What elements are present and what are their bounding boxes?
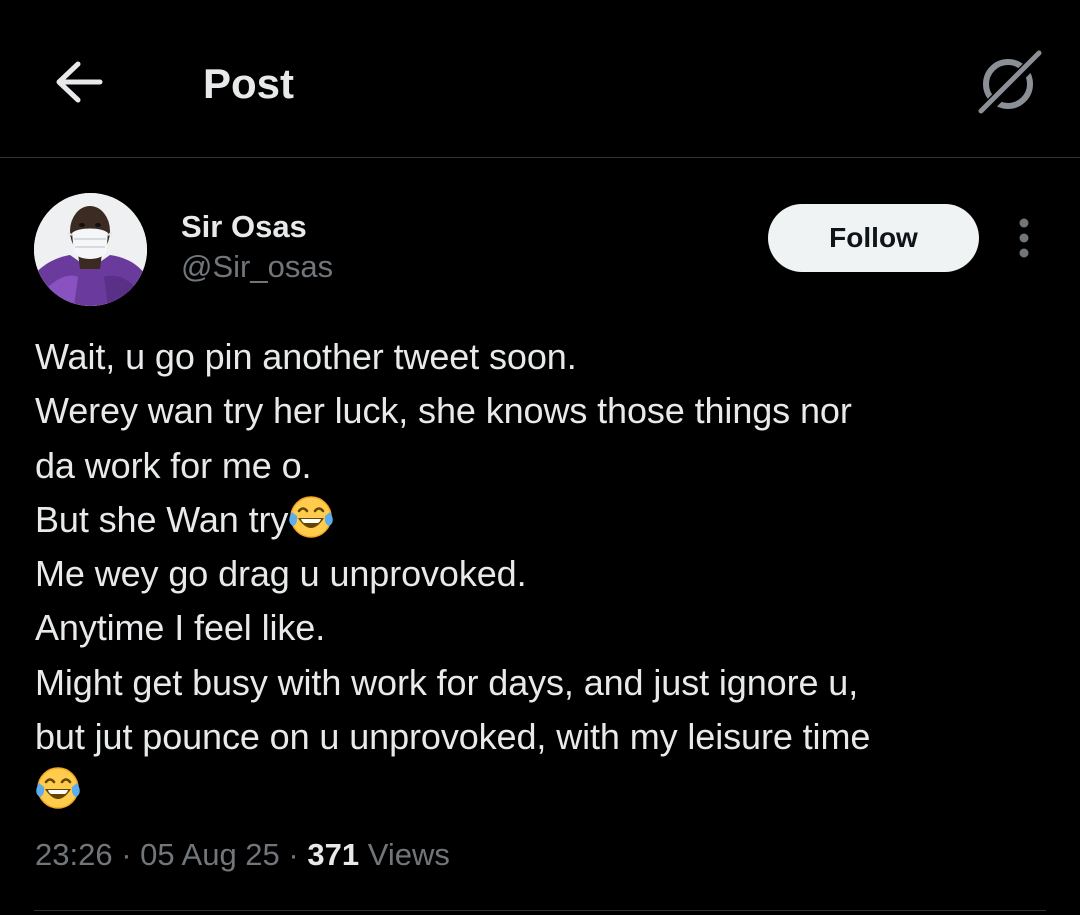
post-text: Wait, u go pin another tweet soon. Werey… xyxy=(35,330,1045,819)
avatar[interactable] xyxy=(34,193,147,306)
page-title: Post xyxy=(203,60,295,107)
back-button[interactable] xyxy=(46,52,112,112)
follow-button[interactable]: Follow xyxy=(768,204,979,272)
post-time[interactable]: 23:26 xyxy=(35,837,113,872)
post-line xyxy=(35,764,1045,818)
author-name[interactable]: Sir Osas xyxy=(181,208,307,246)
face-with-tears-of-joy-emoji xyxy=(288,494,334,540)
meta-separator: · xyxy=(121,837,132,872)
post-line: Might get busy with work for days, and j… xyxy=(35,661,859,703)
post-date[interactable]: 05 Aug 25 xyxy=(140,837,280,872)
post-line: Wait, u go pin another tweet soon. xyxy=(35,336,577,377)
more-options-button[interactable] xyxy=(1003,212,1045,264)
post-metadata: 23:26 · 05 Aug 25 · 371 Views xyxy=(35,834,450,876)
post-line: but jut pounce on u unprovoked, with my … xyxy=(35,716,871,758)
views-count[interactable]: 371 xyxy=(307,837,359,872)
views-label[interactable]: Views xyxy=(368,837,450,872)
post-line: Werey wan try her luck, she knows those … xyxy=(35,390,852,432)
more-vertical-icon xyxy=(1019,218,1029,258)
author-handle[interactable]: @Sir_osas xyxy=(181,248,333,286)
top-bar: Post xyxy=(0,0,1080,158)
face-with-tears-of-joy-emoji xyxy=(35,765,81,811)
post-line: But she Wan try xyxy=(35,493,1045,547)
avatar-photo xyxy=(34,193,147,306)
arrow-left-icon xyxy=(56,61,103,103)
grok-button[interactable] xyxy=(974,46,1046,118)
divider xyxy=(34,910,1046,911)
post-line: Me wey go drag u unprovoked. xyxy=(35,553,527,595)
meta-separator: · xyxy=(288,837,299,872)
post-line: da work for me o. xyxy=(35,444,312,486)
post-line: Anytime I feel like. xyxy=(35,607,326,649)
grok-icon xyxy=(977,48,1045,117)
